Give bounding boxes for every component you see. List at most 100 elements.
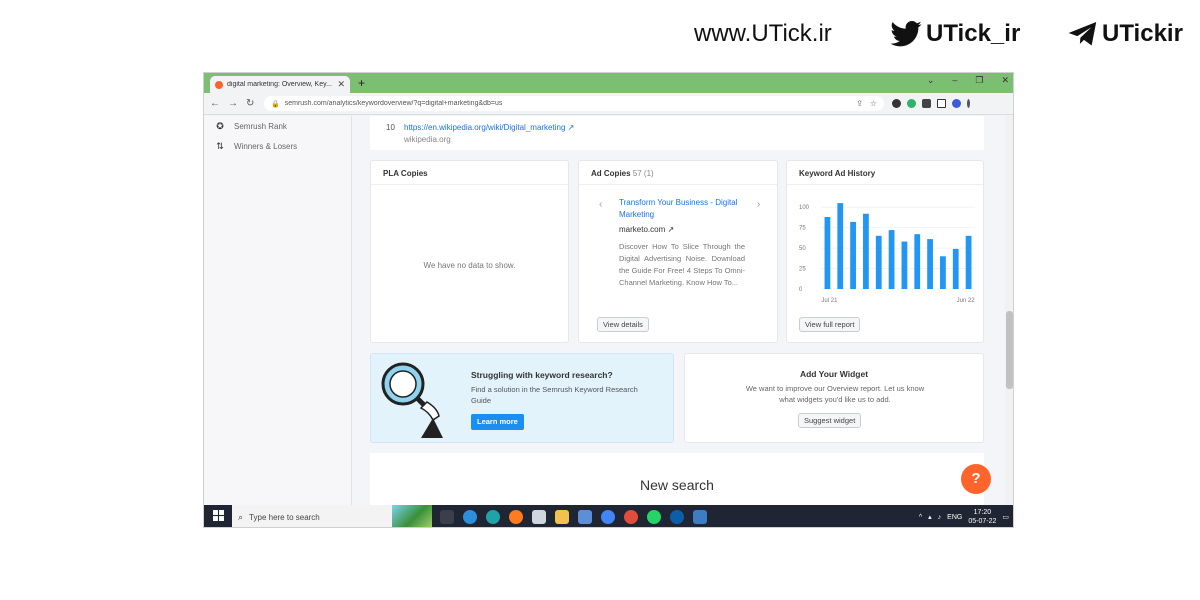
close-window-button[interactable]: ✕ <box>1001 75 1009 86</box>
bookmark-star-icon[interactable]: ☆ <box>870 99 877 108</box>
network-icon[interactable]: ▴ <box>928 513 932 521</box>
semrush-favicon-icon <box>215 80 223 89</box>
chevron-down-icon[interactable]: ⌄ <box>927 75 935 86</box>
ad-history-bar[interactable] <box>888 230 895 289</box>
external-link-icon: ↗ <box>567 123 575 132</box>
external-link-icon: ↗ <box>667 225 675 234</box>
url-field[interactable]: 🔒 semrush.com/analytics/keywordoverview/… <box>264 96 884 111</box>
chevron-left-icon[interactable]: ‹ <box>599 199 602 210</box>
page-viewport: ✪ Semrush Rank ⇅ Winners & Losers 10 htt… <box>204 116 1013 505</box>
windows-taskbar: ⌕ Type here to search ^ ▴ ♪ ENG 17:20 05… <box>204 505 1013 527</box>
twitter-icon <box>890 21 922 47</box>
sidebar: ✪ Semrush Rank ⇅ Winners & Losers <box>204 116 352 505</box>
edge-legacy-icon[interactable] <box>463 510 477 524</box>
reload-icon[interactable]: ↻ <box>246 98 254 109</box>
chevron-right-icon[interactable]: › <box>757 199 760 210</box>
taskbar-apps <box>440 510 707 524</box>
windows-start-icon[interactable] <box>204 508 232 526</box>
card-title: Ad Copies 57 (1) <box>591 169 654 178</box>
restore-button[interactable]: ❐ <box>975 75 983 86</box>
divider <box>371 184 568 185</box>
share-icon[interactable]: ⇪ <box>856 99 863 108</box>
volume-icon[interactable]: ♪ <box>938 514 942 521</box>
sidebar-item-winners-losers[interactable]: ⇅ Winners & Losers <box>204 136 351 156</box>
ad-title-link[interactable]: Transform Your Business - Digital Market… <box>619 197 745 221</box>
search-highlight-image <box>392 505 432 527</box>
magnifier-illustration-icon <box>381 362 443 438</box>
ad-history-chart: 0 25 50 75 100 Jul 21 Jun 22 <box>799 203 976 304</box>
puzzle-icon[interactable] <box>922 99 931 108</box>
task-view-icon[interactable] <box>440 510 454 524</box>
ad-history-bar[interactable] <box>837 203 844 289</box>
back-arrow-icon[interactable]: ← <box>210 98 220 109</box>
language-indicator[interactable]: ENG <box>947 514 962 521</box>
sidepanel-icon[interactable] <box>937 99 946 108</box>
extension-icon[interactable] <box>907 99 916 108</box>
x-tick-label: Jul 21 <box>821 298 838 304</box>
hp-icon[interactable] <box>670 510 684 524</box>
close-tab-icon[interactable]: ✕ <box>337 79 345 90</box>
divider <box>579 184 777 185</box>
result-link[interactable]: https://en.wikipedia.org/wiki/Digital_ma… <box>404 123 574 132</box>
clock[interactable]: 17:20 05-07-22 <box>968 508 996 526</box>
new-tab-button[interactable]: + <box>358 75 365 93</box>
view-full-report-button[interactable]: View full report <box>799 317 861 332</box>
mail-icon[interactable] <box>578 510 592 524</box>
twitter-handle: UTick_ir <box>890 16 1020 52</box>
scroll-thumb[interactable] <box>1006 311 1013 389</box>
address-bar: ← → ↻ 🔒 semrush.com/analytics/keywordove… <box>204 93 1013 115</box>
edge-icon[interactable] <box>486 510 500 524</box>
notifications-icon[interactable]: ▭ <box>1002 513 1009 521</box>
forward-arrow-icon[interactable]: → <box>228 98 238 109</box>
suggest-widget-button[interactable]: Suggest widget <box>798 413 862 428</box>
x-tick-label: Jun 22 <box>957 298 976 304</box>
taskbar-search[interactable]: ⌕ Type here to search <box>232 505 392 527</box>
ad-history-bar[interactable] <box>863 213 869 289</box>
view-details-button[interactable]: View details <box>597 317 649 332</box>
ad-history-bar[interactable] <box>901 241 908 289</box>
ad-history-bar[interactable] <box>914 234 921 289</box>
menu-kebab-icon[interactable] <box>967 99 970 108</box>
y-tick-label: 75 <box>799 226 806 232</box>
ad-copies-card: Ad Copies 57 (1) ‹ › Transform Your Busi… <box>578 160 778 343</box>
y-tick-label: 0 <box>799 287 803 293</box>
extensions <box>892 99 970 108</box>
sort-arrows-icon: ⇅ <box>216 140 224 151</box>
ad-history-bar[interactable] <box>927 239 933 289</box>
new-search-section: New search <box>370 453 984 505</box>
sidebar-item-semrush-rank[interactable]: ✪ Semrush Rank <box>204 116 351 136</box>
chevron-up-icon[interactable]: ^ <box>919 514 922 521</box>
ad-history-bar[interactable] <box>940 256 946 289</box>
help-button[interactable]: ? <box>961 464 991 494</box>
serp-result-card: 10 https://en.wikipedia.org/wiki/Digital… <box>370 116 984 150</box>
telegram-handle: UTickir <box>1068 16 1183 52</box>
lock-icon: 🔒 <box>271 100 280 108</box>
search-icon: ⌕ <box>238 511 244 522</box>
card-title: PLA Copies <box>383 169 428 178</box>
main-content: 10 https://en.wikipedia.org/wiki/Digital… <box>354 116 1006 505</box>
store-icon[interactable] <box>532 510 546 524</box>
firefox-icon[interactable] <box>509 510 523 524</box>
ad-history-bar[interactable] <box>965 235 972 289</box>
ad-history-bar[interactable] <box>875 235 882 289</box>
window-controls: ⌄ – ❐ ✕ <box>927 75 1009 86</box>
app-icon[interactable] <box>693 510 707 524</box>
file-explorer-icon[interactable] <box>555 510 569 524</box>
browser-tab[interactable]: digital marketing: Overview, Key... ✕ <box>210 76 350 93</box>
avatar[interactable] <box>952 99 961 108</box>
ad-count: 57 (1) <box>632 169 654 178</box>
y-tick-label: 100 <box>799 205 810 211</box>
ad-history-bar[interactable] <box>824 217 831 289</box>
chrome-icon[interactable] <box>601 510 615 524</box>
whatsapp-icon[interactable] <box>647 510 661 524</box>
ad-history-bar[interactable] <box>952 248 959 289</box>
extension-icon[interactable] <box>892 99 901 108</box>
chrome-profile-icon[interactable] <box>624 510 638 524</box>
page-scrollbar[interactable] <box>1005 116 1013 505</box>
pla-copies-card: PLA Copies We have no data to show. <box>370 160 569 343</box>
result-domain: wikipedia.org <box>404 135 451 144</box>
ad-history-bar[interactable] <box>850 221 856 289</box>
learn-more-button[interactable]: Learn more <box>471 414 524 430</box>
minimize-button[interactable]: – <box>952 75 957 86</box>
site-url: www.UTick.ir <box>694 20 832 47</box>
